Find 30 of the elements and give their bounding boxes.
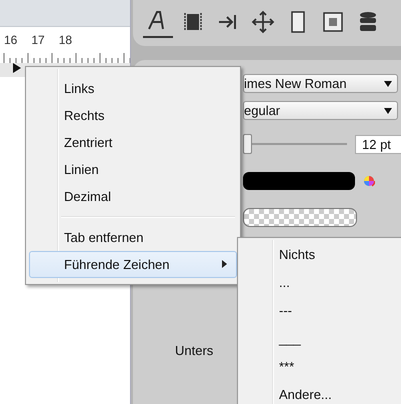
style-dropdown[interactable]: egular bbox=[243, 101, 398, 120]
menu-item[interactable]: Führende Zeichen bbox=[29, 251, 237, 278]
menu-item[interactable]: Tab entfernen bbox=[29, 224, 237, 251]
menu-item[interactable]: Rechts bbox=[29, 102, 237, 129]
ruler-number: 18 bbox=[58, 33, 72, 47]
transparent-swatch[interactable] bbox=[243, 208, 357, 227]
size-field[interactable]: 12 pt bbox=[355, 134, 401, 154]
menu-item[interactable]: Zentriert bbox=[29, 129, 237, 156]
dropdown-arrow-icon bbox=[384, 108, 392, 114]
color-swatch[interactable] bbox=[243, 172, 355, 190]
slider-thumb[interactable] bbox=[243, 134, 252, 154]
menu-item[interactable]: Dezimal bbox=[29, 183, 237, 210]
ruler-number: 16 bbox=[4, 33, 18, 47]
menu-item[interactable]: *** bbox=[241, 353, 399, 381]
text-style-icon[interactable] bbox=[143, 8, 173, 38]
menu-item[interactable]: Andere... bbox=[241, 381, 399, 404]
tab-stop-marker-icon[interactable] bbox=[13, 63, 21, 73]
font-dropdown[interactable]: imes New Roman bbox=[243, 74, 398, 93]
menu-item[interactable]: Linien bbox=[29, 156, 237, 183]
color-wheel-icon[interactable] bbox=[363, 175, 375, 187]
menu-item[interactable]: Links bbox=[29, 75, 237, 102]
menu-item[interactable]: Nichts bbox=[241, 241, 399, 269]
menu-item[interactable]: --- bbox=[241, 297, 399, 325]
menu-item[interactable]: ... bbox=[241, 269, 399, 297]
ruler-number: 17 bbox=[31, 33, 45, 47]
dropdown-arrow-icon bbox=[384, 80, 392, 86]
size-slider[interactable] bbox=[243, 134, 347, 154]
submenu-arrow-icon bbox=[222, 260, 227, 268]
menu-item[interactable]: ___ bbox=[241, 325, 399, 353]
field-label: Unters bbox=[175, 343, 214, 358]
